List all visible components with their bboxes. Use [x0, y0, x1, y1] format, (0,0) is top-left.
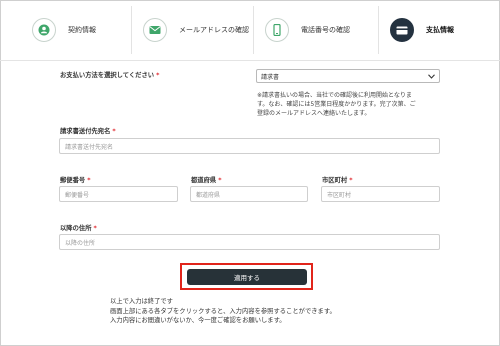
city-input[interactable]: 市区町村 — [321, 186, 440, 202]
payment-method-select[interactable]: 請求書 — [256, 69, 440, 83]
step-label-payment-info: 支払情報 — [426, 26, 454, 34]
phone-icon — [265, 18, 289, 42]
envelope-icon — [143, 18, 167, 42]
prefecture-placeholder: 都道府県 — [196, 191, 221, 199]
note-line: 登録のメールアドレスへ連絡いたします。 — [257, 110, 371, 117]
required-mark: * — [218, 177, 222, 184]
step-label-phone-confirm: 電話番号の確認 — [301, 26, 350, 34]
postal-code-input[interactable]: 郵便番号 — [59, 186, 178, 202]
step-navigation: 契約情報 メールアドレスの確認 電話番号の確認 支払情報 — [0, 0, 500, 61]
tab-phone-confirm[interactable]: 電話番号の確認 — [265, 10, 350, 50]
note-line: す。なお、確認には5営業日程度かかります。完了次第、ご — [257, 101, 416, 108]
step-divider — [378, 6, 379, 54]
payment-method-label-text: お支払い方法を選択してください — [60, 72, 155, 79]
tab-contract-info[interactable]: 契約情報 — [32, 10, 96, 50]
invoice-name-placeholder: 請求書送付先宛名 — [65, 143, 114, 151]
step-label-email-confirm: メールアドレスの確認 — [179, 26, 249, 34]
required-mark: * — [349, 177, 353, 184]
step-divider — [253, 6, 254, 54]
prefecture-label: 都道府県 * — [191, 175, 221, 184]
required-mark: * — [112, 128, 116, 135]
postal-code-label-text: 郵便番号 — [60, 177, 86, 184]
apply-button[interactable]: 適用する — [187, 269, 307, 285]
city-placeholder: 市区町村 — [327, 191, 352, 199]
postal-code-placeholder: 郵便番号 — [65, 191, 90, 199]
address-label: 以降の住所 * — [60, 223, 97, 232]
note-line: ※請求書払いの場合、当社での確認後に利用開始となりま — [257, 92, 412, 99]
completion-line: 以上で入力は終了です — [110, 298, 173, 305]
step-divider — [131, 6, 132, 54]
card-icon — [390, 18, 414, 42]
required-mark: * — [87, 177, 91, 184]
postal-code-label: 郵便番号 * — [60, 175, 90, 184]
completion-line: 画面上部にある各タブをクリックすると、入力内容を参照することができます。 — [110, 307, 336, 315]
tab-email-confirm[interactable]: メールアドレスの確認 — [143, 10, 249, 50]
person-icon — [32, 18, 56, 42]
prefecture-label-text: 都道府県 — [191, 177, 217, 184]
city-label: 市区町村 * — [322, 175, 352, 184]
payment-method-selected-value: 請求書 — [261, 73, 280, 81]
address-input[interactable]: 以降の住所 — [59, 234, 440, 250]
completion-message: 以上で入力は終了です 画面上部にある各タブをクリックすると、入力内容を参照するこ… — [110, 297, 336, 326]
invoice-name-input[interactable]: 請求書送付先宛名 — [59, 138, 440, 154]
address-placeholder: 以降の住所 — [65, 239, 96, 247]
invoice-name-label: 請求書送付先宛名 * — [60, 126, 116, 135]
tab-payment-info[interactable]: 支払情報 — [390, 10, 454, 50]
required-mark: * — [156, 72, 160, 79]
step-label-contract-info: 契約情報 — [68, 26, 96, 34]
invoice-payment-note: ※請求書払いの場合、当社での確認後に利用開始となりま す。なお、確認には5営業日… — [257, 91, 416, 118]
prefecture-input[interactable]: 都道府県 — [190, 186, 308, 202]
city-label-text: 市区町村 — [322, 177, 348, 184]
address-label-text: 以降の住所 — [60, 225, 92, 232]
chevron-down-icon — [428, 73, 435, 79]
required-mark: * — [93, 225, 97, 232]
payment-method-label: お支払い方法を選択してください * — [60, 70, 159, 79]
invoice-name-label-text: 請求書送付先宛名 — [60, 128, 111, 135]
completion-line: 入力内容にお間違いがないか、今一度ご確認をお願いします。 — [110, 317, 286, 324]
